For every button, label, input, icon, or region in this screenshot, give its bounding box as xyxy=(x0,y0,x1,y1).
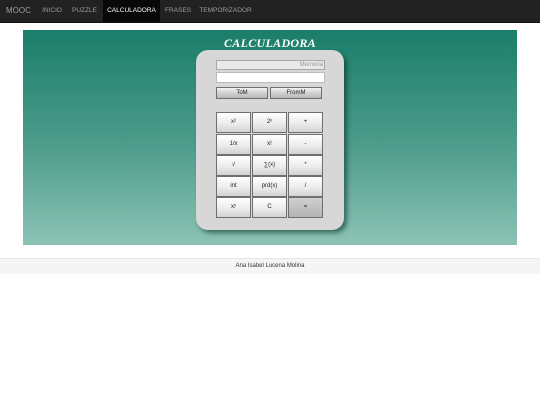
from-memory-button[interactable]: FromM xyxy=(270,87,322,99)
navbar: MOOC INICIO PUZZLE CALCULADORA FRASES TE… xyxy=(0,0,540,23)
factorial-button[interactable]: x! xyxy=(252,134,287,155)
footer-author: Ana Isabel Lucena Molina xyxy=(235,263,305,269)
product-button[interactable]: prd(x) xyxy=(252,176,287,197)
summation-button[interactable]: ∑(x) xyxy=(252,155,287,176)
nav-item-calculadora[interactable]: CALCULADORA xyxy=(103,0,160,22)
nav-item-inicio[interactable]: INICIO xyxy=(38,0,66,22)
nav-item-puzzle[interactable]: PUZZLE xyxy=(69,0,100,22)
nav-item-frases[interactable]: FRASES xyxy=(162,0,194,22)
nav-item-temporizador[interactable]: TEMPORIZADOR xyxy=(198,0,253,22)
multiply-button[interactable]: * xyxy=(288,155,323,176)
display-field[interactable] xyxy=(216,72,325,83)
subtract-button[interactable]: - xyxy=(288,134,323,155)
power-of-two-button[interactable]: 2ˣ xyxy=(252,112,287,133)
memory-field[interactable]: Memoria xyxy=(216,60,325,70)
square-root-button[interactable]: √ xyxy=(216,155,251,176)
divide-button[interactable]: / xyxy=(288,176,323,197)
reciprocal-button[interactable]: 1/x xyxy=(216,134,251,155)
brand-logo[interactable]: MOOC xyxy=(6,0,31,22)
add-button[interactable]: + xyxy=(288,112,323,133)
integer-button[interactable]: int xyxy=(216,176,251,197)
calculator-stage: CALCULADORA Memoria ToM FromM x² 2ˣ + 1/… xyxy=(23,30,517,245)
footer: Ana Isabel Lucena Molina xyxy=(0,258,540,274)
clear-button[interactable]: C xyxy=(252,197,287,218)
power-button[interactable]: xʸ xyxy=(216,197,251,218)
calculator-panel: Memoria ToM FromM x² 2ˣ + 1/x x! - √ ∑(x… xyxy=(196,50,344,230)
equals-button[interactable]: = xyxy=(288,197,323,218)
to-memory-button[interactable]: ToM xyxy=(216,87,268,99)
page-title: CALCULADORA xyxy=(224,36,316,50)
square-button[interactable]: x² xyxy=(216,112,251,133)
